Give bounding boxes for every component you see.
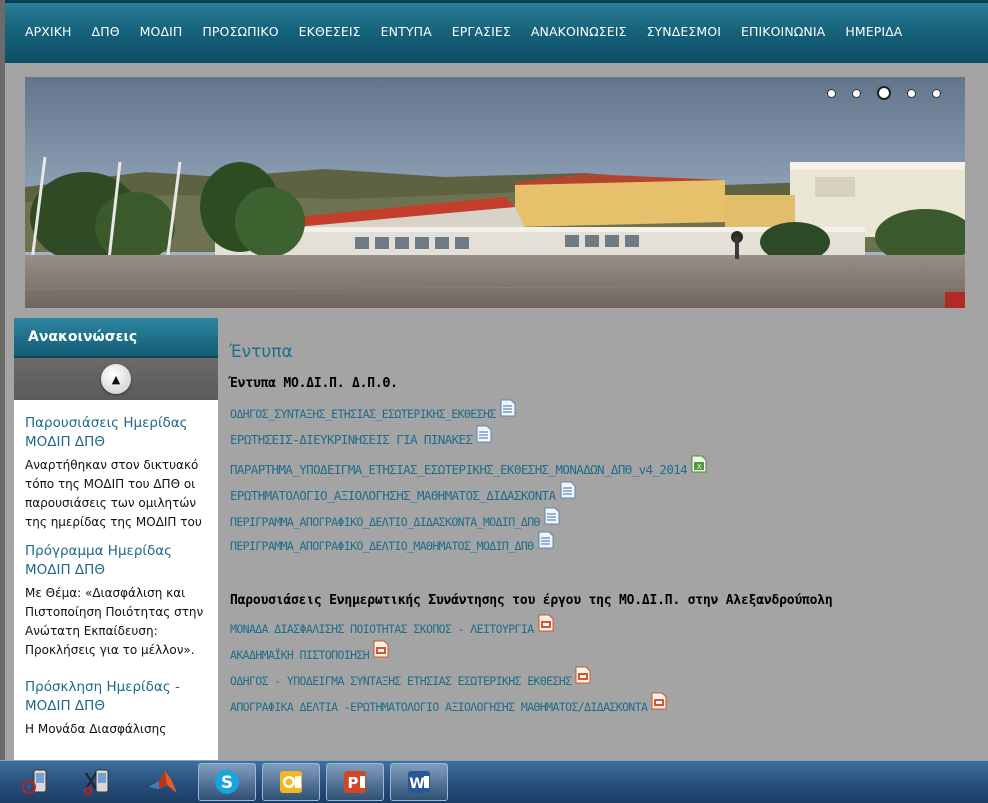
- doc-link-label: ΜΟΝΑΔΑ ΔΙΑΣΦΑΛΙΣΗΣ ΠΟΙΟΤΗΤΑΣ ΣΚΟΠΟΣ - ΛΕ…: [230, 622, 534, 636]
- section-title-forms: Έντυπα ΜΟ.ΔΙ.Π. Δ.Π.Θ.: [230, 376, 398, 391]
- powerpoint-icon[interactable]: P: [326, 763, 384, 801]
- doc-link[interactable]: ΟΔΗΓΟΣ - ΥΠΟΔΕΙΓΜΑ ΣΥΝΤΑΞΗΣ ΕΤΗΣΙΑΣ ΕΣΩΤ…: [230, 666, 970, 688]
- nav-modip[interactable]: ΜΟΔΙΠ: [140, 24, 183, 39]
- doc-link-label: ΠΕΡΙΓΡΑΜΜΑ_ΑΠΟΓΡΑΦΙΚΟ_ΔΕΛΤΙΟ_ΔΙΔΑΣΚΟΝΤΑ_…: [230, 515, 540, 529]
- doc-link[interactable]: ΑΠΟΓΡΑΦΙΚΑ ΔΕΛΤΙΑ -ΕΡΩΤΗΜΑΤΟΛΟΓΙΟ ΑΞΙΟΛΟ…: [230, 692, 970, 714]
- nav-dpth[interactable]: ΔΠΘ: [92, 24, 120, 39]
- doc-link-label: ΕΡΩΤΗΜΑΤΟΛΟΓΙΟ_ΑΞΙΟΛΟΓΗΣΗΣ_ΜΑΘΗΜΑΤΟΣ_ΔΙΔ…: [230, 488, 556, 503]
- nav-announcements[interactable]: ΑΝΑΚΟΙΝΩΣΕΙΣ: [531, 24, 627, 39]
- doc-link-label: ΑΠΟΓΡΑΦΙΚΑ ΔΕΛΤΙΑ -ΕΡΩΤΗΜΑΤΟΛΟΓΙΟ ΑΞΙΟΛΟ…: [230, 700, 648, 714]
- slider-dot-5[interactable]: [932, 88, 941, 98]
- news-title-presentations[interactable]: Παρουσιάσεις Ημερίδας ΜΟΔΙΠ ΔΠΘ: [25, 414, 207, 452]
- doc-link[interactable]: ΠΕΡΙΓΡΑΜΜΑ_ΑΠΟΓΡΑΦΙΚΟ_ΔΕΛΤΙΟ_ΜΑΘΗΜΑΤΟΣ_Μ…: [230, 531, 970, 553]
- top-navigation: ΑΡΧΙΚΗ ΔΠΘ ΜΟΔΙΠ ΠΡΟΣΩΠΙΚΟ ΕΚΘΕΣΕΙΣ ΕΝΤΥ…: [5, 0, 988, 63]
- powerpoint-doc-icon: [575, 666, 591, 684]
- nav-works[interactable]: ΕΡΓΑΣΙΕΣ: [452, 24, 511, 39]
- slider-dot-2[interactable]: [852, 88, 861, 98]
- nav-staff[interactable]: ΠΡΟΣΩΠΙΚΟ: [202, 24, 278, 39]
- powerpoint-doc-icon: [538, 614, 554, 632]
- banner-slider: [25, 77, 965, 308]
- arrow-up-icon: ▲: [111, 372, 121, 386]
- doc-link[interactable]: ΕΡΩΤΗΣΕΙΣ-ΔΙΕΥΚΡΙΝΗΣΕΙΣ ΓΙΑ ΠΙΝΑΚΕΣ: [230, 425, 970, 447]
- slider-dot-3[interactable]: [877, 86, 891, 100]
- main-content: Έντυπα Έντυπα ΜΟ.ΔΙ.Π. Δ.Π.Θ. ΟΔΗΓΟΣ_ΣΥΝ…: [229, 330, 970, 714]
- matlab-icon[interactable]: [134, 763, 192, 801]
- scroll-up-button[interactable]: ▲: [101, 364, 131, 394]
- doc-link[interactable]: ΠΑΡΑΡΤΗΜΑ_ΥΠΟΔΕΙΓΜΑ_ΕΤΗΣΙΑΣ_ΕΣΩΤΕΡΙΚΗΣ_Ε…: [230, 455, 970, 477]
- doc-link-label: ΟΔΗΓΟΣ - ΥΠΟΔΕΙΓΜΑ ΣΥΝΤΑΞΗΣ ΕΤΗΣΙΑΣ ΕΣΩΤ…: [230, 674, 572, 688]
- slider-dot-4[interactable]: [907, 88, 916, 98]
- news-excerpt: Αναρτήθηκαν στον δικτυακό τόπο της ΜΟΔΙΠ…: [25, 458, 202, 529]
- slider-dot-1[interactable]: [827, 88, 836, 98]
- word-doc-icon: [560, 481, 576, 499]
- section-title-presentations: Παρουσιάσεις Ενημερωτικής Συνάντησης του…: [230, 593, 833, 608]
- powerpoint-doc-icon: [373, 640, 389, 658]
- campus-building-photo: [25, 77, 965, 308]
- news-excerpt: Η Μονάδα Διασφάλισης: [25, 722, 167, 736]
- doc-link-label: ΑΚΑΔΗΜΑΪΚΗ ΠΙΣΤΟΠΟΙΗΣΗ: [230, 648, 370, 662]
- slider-pagination: [811, 86, 941, 100]
- doc-link-label: ΠΕΡΙΓΡΑΜΜΑ_ΑΠΟΓΡΑΦΙΚΟ_ΔΕΛΤΙΟ_ΜΑΘΗΜΑΤΟΣ_Μ…: [230, 539, 534, 553]
- word-doc-icon: [476, 425, 492, 443]
- window-left-edge: [0, 0, 5, 760]
- nav-forms[interactable]: ΕΝΤΥΠΑ: [381, 24, 432, 39]
- doc-link-label: ΟΔΗΓΟΣ_ΣΥΝΤΑΞΗΣ_ΕΤΗΣΙΑΣ_ΕΣΩΤΕΡΙΚΗΣ_ΕΚΘΕΣ…: [230, 407, 496, 421]
- doc-link[interactable]: ΠΕΡΙΓΡΑΜΜΑ_ΑΠΟΓΡΑΦΙΚΟ_ΔΕΛΤΙΟ_ΔΙΔΑΣΚΟΝΤΑ_…: [230, 507, 970, 529]
- doc-link[interactable]: ΑΚΑΔΗΜΑΪΚΗ ΠΙΣΤΟΠΟΙΗΣΗ: [230, 640, 970, 662]
- announcements-sidebar: Ανακοινώσεις ▲ Παρουσιάσεις Ημερίδας ΜΟΔ…: [14, 318, 218, 760]
- nav-links[interactable]: ΣΥΝΔΕΣΜΟΙ: [647, 24, 721, 39]
- doc-link[interactable]: ΕΡΩΤΗΜΑΤΟΛΟΓΙΟ_ΑΞΙΟΛΟΓΗΣΗΣ_ΜΑΘΗΜΑΤΟΣ_ΔΙΔ…: [230, 481, 970, 503]
- news-title-invitation[interactable]: Πρόσκληση Ημερίδας - ΜΟΔΙΠ ΔΠΘ: [25, 678, 207, 716]
- word-doc-icon: [500, 399, 516, 417]
- doc-link[interactable]: ΟΔΗΓΟΣ_ΣΥΝΤΑΞΗΣ_ΕΤΗΣΙΑΣ_ΕΣΩΤΕΡΙΚΗΣ_ΕΚΘΕΣ…: [230, 399, 970, 421]
- word-doc-icon: [544, 507, 560, 525]
- doc-link[interactable]: ΜΟΝΑΔΑ ΔΙΑΣΦΑΛΙΣΗΣ ΠΟΙΟΤΗΤΑΣ ΣΚΟΠΟΣ - ΛΕ…: [230, 614, 970, 636]
- nav-home[interactable]: ΑΡΧΙΚΗ: [25, 24, 72, 39]
- powerpoint-doc-icon: [651, 692, 667, 710]
- svg-text:S: S: [221, 773, 233, 793]
- svg-text:P: P: [348, 774, 359, 792]
- scroll-up-bar: ▲: [14, 358, 218, 400]
- outlook-icon[interactable]: [262, 763, 320, 801]
- news-list: Παρουσιάσεις Ημερίδας ΜΟΔΙΠ ΔΠΘ Αναρτήθη…: [14, 400, 218, 750]
- skype-icon[interactable]: S: [198, 763, 256, 801]
- device-sync-icon[interactable]: [8, 763, 66, 801]
- news-excerpt: Με Θέμα: «Διασφάλιση και Πιστοποίηση Ποι…: [25, 586, 204, 657]
- sidebar-title: Ανακοινώσεις: [14, 318, 218, 358]
- device-tools-icon[interactable]: [70, 763, 128, 801]
- nav-contact[interactable]: ΕΠΙΚΟΙΝΩΝΙΑ: [741, 24, 825, 39]
- word-doc-icon: [538, 531, 554, 549]
- word-icon[interactable]: W: [390, 763, 448, 801]
- nav-reports[interactable]: ΕΚΘΕΣΕΙΣ: [299, 24, 361, 39]
- page-title: Έντυπα: [229, 342, 293, 362]
- svg-text:W: W: [409, 776, 424, 792]
- excel-doc-icon: X: [691, 455, 707, 473]
- nav-workshop[interactable]: ΗΜΕΡΙΔΑ: [845, 24, 902, 39]
- windows-taskbar: S P W: [0, 760, 988, 803]
- news-title-program[interactable]: Πρόγραμμα Ημερίδας ΜΟΔΙΠ ΔΠΘ: [25, 542, 207, 580]
- doc-link-label: ΕΡΩΤΗΣΕΙΣ-ΔΙΕΥΚΡΙΝΗΣΕΙΣ ΓΙΑ ΠΙΝΑΚΕΣ: [230, 432, 473, 447]
- doc-link-label: ΠΑΡΑΡΤΗΜΑ_ΥΠΟΔΕΙΓΜΑ_ΕΤΗΣΙΑΣ_ΕΣΩΤΕΡΙΚΗΣ_Ε…: [230, 462, 688, 477]
